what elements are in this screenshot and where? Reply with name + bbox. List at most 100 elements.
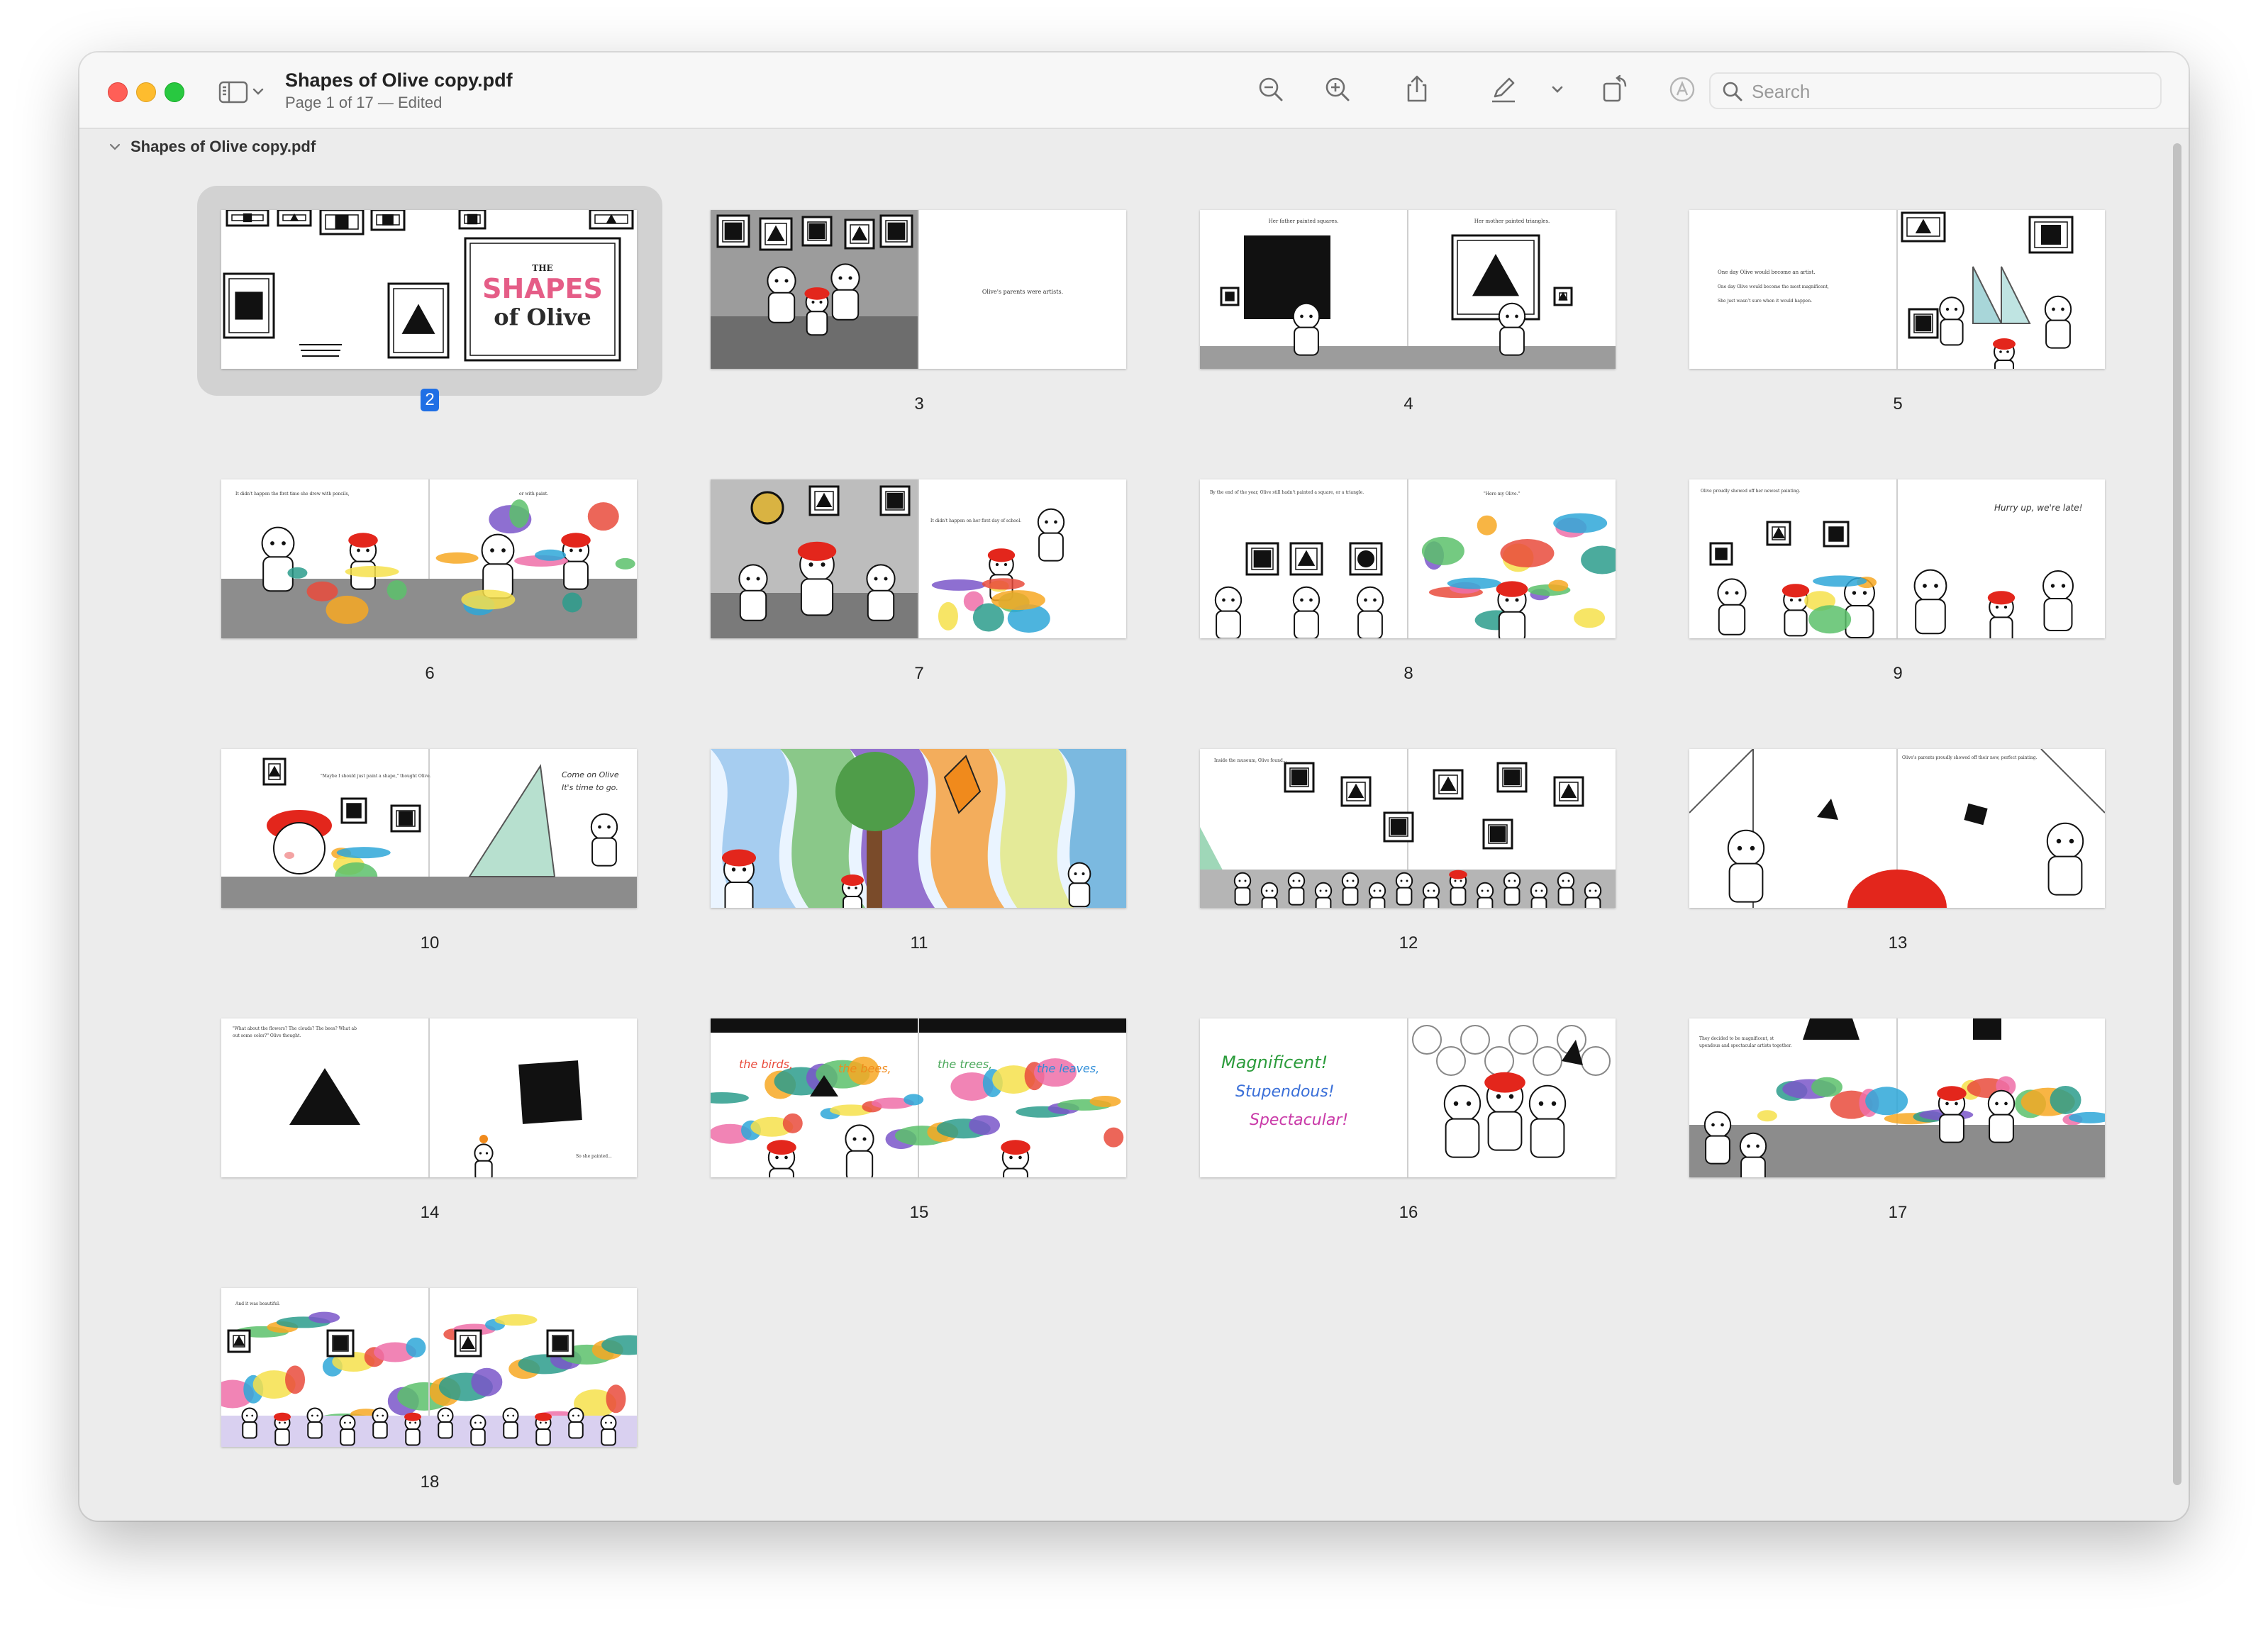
page-number: 11	[910, 933, 928, 953]
page-preview-image: By the end of the year, Olive still hadn…	[1200, 479, 1616, 638]
document-title[interactable]: Shapes of Olive copy.pdf	[285, 70, 513, 91]
preview-window: THE SHAPES of Olive 2 Olive's parents were a…	[79, 52, 2189, 1521]
page-number-label: 9	[1665, 662, 2130, 685]
sidebar-toggle-button[interactable]	[218, 79, 267, 105]
page-number-label: 6	[197, 662, 662, 685]
page-illustration	[711, 749, 1126, 908]
page-thumbnail-10[interactable]: "Maybe I should just paint a shape," tho…	[197, 725, 696, 980]
page-illustration: Olive's parents proudly showed off their…	[1689, 749, 2105, 908]
chevron-down-icon	[252, 88, 264, 95]
svg-text:out some color?" Olive thought: out some color?" Olive thought.	[233, 1033, 301, 1038]
page-number-label: 3	[686, 393, 1152, 416]
page-thumbnail-2[interactable]: THE SHAPES of Olive 2	[197, 186, 696, 441]
page-illustration: the birds, the bees, the trees, the leaves,	[711, 1018, 1126, 1177]
page-thumbnail-6[interactable]: It didn't happen the first time she drew…	[197, 455, 696, 711]
svg-text:Olive's parents proudly showed: Olive's parents proudly showed off their…	[1902, 755, 2038, 760]
svg-text:Inside the museum, Olive found: Inside the museum, Olive found...	[1214, 758, 1287, 763]
page-number-label: 4	[1176, 393, 1641, 416]
page-number-label: 13	[1665, 932, 2130, 955]
page-thumbnail-4[interactable]: Her father painted squares. Her mother pa…	[1176, 186, 1675, 441]
page-number-label: 7	[686, 662, 1152, 685]
page-thumbnail-7[interactable]: It didn't happen on her first day of sch…	[686, 455, 1186, 711]
page-number: 10	[420, 933, 440, 953]
svg-text:Magnificent!: Magnificent!	[1221, 1053, 1328, 1072]
page-number-label: 17	[1665, 1201, 2130, 1224]
close-button[interactable]	[108, 82, 128, 102]
page-number: 16	[1399, 1203, 1418, 1222]
page-thumbnail-5[interactable]: One day Olive would become an artist. One…	[1665, 186, 2164, 441]
chevron-down-icon	[1552, 86, 1563, 93]
page-number: 14	[420, 1203, 440, 1222]
page-number-label: 18	[197, 1471, 662, 1494]
page-preview-image: THE SHAPES of Olive	[221, 210, 637, 369]
page-thumbnail-16[interactable]: Magnificent! Stupendous! Spectacular! 16	[1176, 994, 1675, 1250]
page-thumbnail-3[interactable]: Olive's parents were artists. 3	[686, 186, 1186, 441]
page-number-label: 5	[1665, 393, 2130, 416]
page-thumbnail-13[interactable]: Olive's parents proudly showed off their…	[1665, 725, 2164, 980]
svg-text:Hurry up, we're late!: Hurry up, we're late!	[1994, 503, 2082, 513]
svg-text:the trees,: the trees,	[938, 1057, 992, 1071]
svg-text:the bees,: the bees,	[838, 1062, 891, 1075]
page-illustration: It didn't happen the first time she drew…	[221, 479, 637, 638]
accessibility-button[interactable]	[1667, 74, 1698, 105]
zoom-in-button[interactable]	[1322, 74, 1353, 105]
page-illustration: Magnificent! Stupendous! Spectacular!	[1221, 1018, 1611, 1177]
svg-text:THE: THE	[532, 263, 552, 273]
vertical-scrollbar[interactable]	[2173, 143, 2181, 1485]
sidebar-icon	[218, 81, 248, 104]
minimize-button[interactable]	[136, 82, 156, 102]
page-number-label: 16	[1176, 1201, 1641, 1224]
page-preview-image	[711, 749, 1126, 908]
page-thumbnail-8[interactable]: By the end of the year, Olive still hadn…	[1176, 455, 1675, 711]
page-number: 3	[914, 394, 924, 413]
search-field[interactable]	[1709, 72, 2162, 109]
zoom-in-icon	[1325, 77, 1350, 101]
page-number: 9	[1893, 664, 1903, 683]
page-preview-image: the birds, the bees, the trees, the leaves,	[711, 1018, 1126, 1177]
svg-text:One day Olive would become an: One day Olive would become an artist.	[1718, 270, 1816, 275]
svg-text:SHAPES: SHAPES	[482, 273, 603, 304]
page-thumbnail-9[interactable]: Olive proudly showed off her newest pain…	[1665, 455, 2164, 711]
page-thumbnail-14[interactable]: "What about the flowers? The clouds? The…	[197, 994, 696, 1250]
page-thumbnail-15[interactable]: the birds, the bees, the trees, the leaves,…	[686, 994, 1186, 1250]
page-preview-image: Olive proudly showed off her newest pain…	[1689, 479, 2105, 638]
svg-text:And it was beautiful.: And it was beautiful.	[235, 1301, 280, 1306]
svg-text:the leaves,: the leaves,	[1037, 1062, 1099, 1075]
accessibility-circle-icon	[1669, 77, 1695, 102]
zoom-out-button[interactable]	[1255, 74, 1286, 105]
share-button[interactable]	[1401, 74, 1433, 105]
page-preview-image: Magnificent! Stupendous! Spectacular!	[1200, 1018, 1616, 1177]
svg-text:Stupendous!: Stupendous!	[1235, 1083, 1335, 1101]
svg-text:She just wasn’t sure when it w: She just wasn’t sure when it would happe…	[1718, 299, 1812, 304]
svg-text:Spectacular!: Spectacular!	[1250, 1111, 1348, 1129]
page-thumbnail-18[interactable]: And it was beautiful. 18	[197, 1264, 696, 1519]
svg-text:Come on Olive: Come on Olive	[562, 770, 619, 779]
svg-text:They decided to be magnificent: They decided to be magnificent, st	[1699, 1036, 1774, 1041]
svg-text:or with paint.: or with paint.	[519, 492, 548, 496]
page-illustration: Olive's parents were artists.	[711, 210, 1063, 369]
page-thumbnail-11[interactable]: 11	[686, 725, 1186, 980]
rotate-icon	[1603, 74, 1627, 102]
zoom-button[interactable]	[165, 82, 184, 102]
markup-button[interactable]	[1488, 74, 1519, 105]
svg-text:"Maybe I should just paint a s: "Maybe I should just paint a shape," tho…	[321, 774, 431, 779]
svg-text:Her father painted squares.: Her father painted squares.	[1269, 218, 1339, 224]
page-number: 12	[1399, 933, 1418, 953]
svg-text:It didn't happen the first tim: It didn't happen the first time she drew…	[235, 492, 350, 496]
search-input[interactable]	[1750, 78, 2150, 105]
page-illustration: And it was beautiful.	[221, 1288, 637, 1447]
page-preview-image: "Maybe I should just paint a shape," tho…	[221, 749, 637, 908]
chevron-down-icon	[109, 143, 121, 150]
page-number-label: 11	[686, 932, 1152, 955]
page-thumbnail-12[interactable]: Inside the museum, Olive found... 12	[1176, 725, 1675, 980]
page-preview-image: Her father painted squares. Her mother pa…	[1200, 210, 1616, 369]
svg-text:upendous and spectacular artis: upendous and spectacular artists togethe…	[1699, 1043, 1792, 1048]
markup-pen-icon	[1492, 77, 1515, 103]
markup-menu-button[interactable]	[1542, 74, 1573, 105]
svg-text:Olive proudly showed off her n: Olive proudly showed off her newest pain…	[1701, 489, 1801, 494]
rotate-button[interactable]	[1599, 74, 1630, 105]
page-thumbnail-17[interactable]: They decided to be magnificent, st upendo…	[1665, 994, 2164, 1250]
search-icon	[1723, 82, 1742, 101]
zoom-out-icon	[1259, 77, 1283, 101]
page-illustration: THESHAPESof Olive	[223, 210, 634, 362]
